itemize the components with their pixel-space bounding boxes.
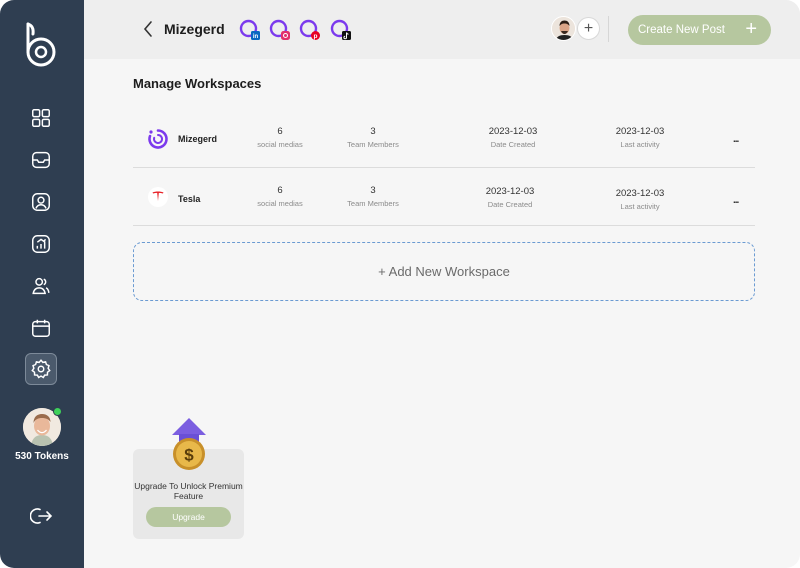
coin-symbol: $ <box>184 446 194 465</box>
add-new-workspace-button[interactable]: + Add New Workspace <box>133 242 755 301</box>
grid-icon <box>32 109 50 127</box>
app-window: 530 Tokens Mizegerd in p + Create New Po… <box>0 0 800 568</box>
last-activity-stat: 2023-12-03 Last activity <box>610 188 670 211</box>
plus-icon: + <box>745 18 757 40</box>
brand-logo[interactable] <box>24 22 60 68</box>
table-row[interactable]: Tesla 6 social medias 3 Team Members 202… <box>133 168 755 226</box>
stat-label: Date Created <box>487 200 533 209</box>
stat-label: Last activity <box>620 202 660 211</box>
stat-label: social medias <box>257 199 303 208</box>
page-title: Manage Workspaces <box>133 76 262 91</box>
svg-text:p: p <box>314 33 318 40</box>
token-count: 530 Tokens <box>15 451 69 462</box>
nav-team[interactable] <box>28 273 54 299</box>
create-post-label: Create New Post <box>638 24 725 36</box>
tesla-logo-icon <box>148 187 168 207</box>
logout-icon[interactable] <box>30 504 54 528</box>
date-created-stat: 2023-12-03 Date Created <box>483 126 543 149</box>
stat-label: Team Members <box>347 199 399 208</box>
stat-label: social medias <box>257 140 303 149</box>
instagram-icon[interactable] <box>269 19 291 41</box>
top-bar: Mizegerd in p + Create New Post + <box>84 0 800 59</box>
nav-inbox[interactable] <box>28 147 54 173</box>
social-medias-stat: 6 social medias <box>255 185 305 208</box>
tiktok-icon[interactable] <box>330 19 352 41</box>
nav-analytics[interactable] <box>28 231 54 257</box>
back-arrow-icon[interactable] <box>142 20 154 38</box>
analytics-icon <box>32 235 50 253</box>
linkedin-icon[interactable]: in <box>239 19 261 41</box>
more-options-button[interactable]: ... <box>733 195 739 206</box>
upgrade-text: Upgrade To Unlock Premium Feature <box>134 481 243 501</box>
pinterest-icon[interactable]: p <box>299 19 321 41</box>
stat-label: Last activity <box>620 140 660 149</box>
stat-value: 6 <box>277 185 283 196</box>
stat-label: Date Created <box>490 140 536 149</box>
stat-value: 2023-12-03 <box>615 126 665 137</box>
add-member-button[interactable]: + <box>577 17 600 40</box>
sidebar: 530 Tokens <box>0 0 84 568</box>
workspace-logo-icon <box>148 129 168 149</box>
date-created-stat: 2023-12-03 Date Created <box>480 186 540 209</box>
avatar <box>551 16 576 41</box>
create-new-post-button[interactable]: Create New Post + <box>628 15 771 45</box>
stat-label: Team Members <box>347 140 399 149</box>
inbox-icon <box>32 151 50 169</box>
upgrade-button[interactable]: Upgrade <box>146 507 231 527</box>
team-members-stat: 3 Team Members <box>343 185 403 208</box>
nav-calendar[interactable] <box>28 315 54 341</box>
workspace-name: Mizegerd <box>178 134 218 144</box>
users-icon <box>32 277 50 295</box>
team-members-stat: 3 Team Members <box>343 126 403 149</box>
online-status-dot <box>53 407 62 416</box>
svg-text:in: in <box>253 34 259 40</box>
nav-profile[interactable] <box>28 189 54 215</box>
workspace-name: Tesla <box>178 194 201 204</box>
stat-value: 2023-12-03 <box>488 126 538 137</box>
stat-value: 2023-12-03 <box>615 188 665 199</box>
stat-value: 3 <box>370 185 376 196</box>
settings-icon <box>31 359 51 379</box>
workspace-title[interactable]: Mizegerd <box>164 21 225 37</box>
team-avatars[interactable]: + <box>551 16 601 42</box>
stat-value: 2023-12-03 <box>485 186 535 197</box>
stat-value: 3 <box>370 126 376 137</box>
user-profile-icon <box>32 193 50 211</box>
calendar-icon <box>32 319 50 337</box>
stat-value: 6 <box>277 126 283 137</box>
social-medias-stat: 6 social medias <box>255 126 305 149</box>
upgrade-coin-icon: $ <box>172 418 206 470</box>
user-avatar[interactable] <box>23 407 62 446</box>
main-content: Mizegerd in p + Create New Post + Manage… <box>84 0 800 568</box>
nav-settings[interactable] <box>25 353 57 385</box>
table-row[interactable]: Mizegerd 6 social medias 3 Team Members … <box>133 110 755 168</box>
header-divider <box>608 16 609 42</box>
last-activity-stat: 2023-12-03 Last activity <box>610 126 670 149</box>
more-options-button[interactable]: ... <box>733 134 739 145</box>
nav-dashboard[interactable] <box>28 105 54 131</box>
